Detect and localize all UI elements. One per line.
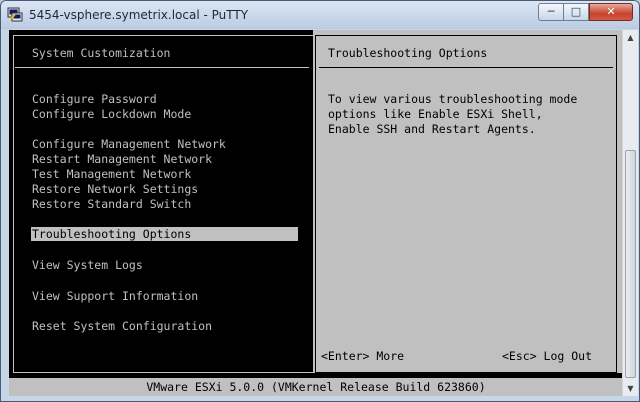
scroll-up-arrow-icon[interactable]: ▲ [623,30,638,45]
scroll-down-arrow-icon[interactable]: ▼ [623,381,638,396]
menu-item-configure-management-network[interactable]: Configure Management Network [32,137,226,151]
menu-item-restart-management-network[interactable]: Restart Management Network [32,152,212,166]
menu-item-restore-network-settings[interactable]: Restore Network Settings [32,182,198,196]
left-panel-divider [15,67,309,68]
menu-item-view-support-information[interactable]: View Support Information [32,289,198,303]
terminal-area[interactable]: System Customization Configure Password … [9,30,623,396]
menu-item-view-system-logs[interactable]: View System Logs [32,258,143,272]
dcui-screen: System Customization Configure Password … [9,30,623,396]
menu-item-configure-password[interactable]: Configure Password [32,92,157,106]
menu-item-reset-system-configuration[interactable]: Reset System Configuration [32,319,212,333]
menu-item-troubleshooting-options[interactable]: Troubleshooting Options [31,227,298,241]
window-title: 5454-vsphere.symetrix.local - PuTTY [29,8,249,22]
close-button[interactable]: ✕ [589,3,633,21]
menu-item-configure-lockdown-mode[interactable]: Configure Lockdown Mode [32,107,191,121]
vertical-scrollbar[interactable]: ▲ ▼ [622,30,638,396]
scrollbar-thumb[interactable] [625,150,636,378]
minimize-button[interactable]: ─ [538,3,564,21]
maximize-button[interactable]: □ [563,3,589,21]
left-panel-header: System Customization [32,46,171,60]
putty-window: 5454-vsphere.symetrix.local - PuTTY ─ □ … [0,0,640,402]
description-line-3: Enable SSH and Restart Agents. [328,122,536,136]
troubleshooting-options-panel: Troubleshooting Options To view various … [313,30,623,373]
putty-app-icon[interactable] [7,6,23,22]
title-bar[interactable]: 5454-vsphere.symetrix.local - PuTTY ─ □ … [1,1,639,29]
menu-item-restore-standard-switch[interactable]: Restore Standard Switch [32,197,191,211]
enter-more-hint: <Enter> More [321,349,405,363]
esc-logout-hint: <Esc> Log Out [502,349,593,363]
menu-item-test-management-network[interactable]: Test Management Network [32,167,191,181]
status-footer: VMware ESXi 5.0.0 (VMKernel Release Buil… [9,378,623,396]
close-icon: ✕ [606,5,616,18]
right-panel-frame [315,35,617,373]
description-line-2: options like Enable ESXi Shell, [328,107,543,121]
description-line-1: To view various troubleshooting mode [328,92,578,106]
right-panel-header: Troubleshooting Options [328,46,488,60]
right-panel-divider [319,67,613,68]
minimize-icon: ─ [547,5,555,18]
system-customization-panel: System Customization Configure Password … [9,30,313,396]
maximize-icon: □ [570,5,582,18]
